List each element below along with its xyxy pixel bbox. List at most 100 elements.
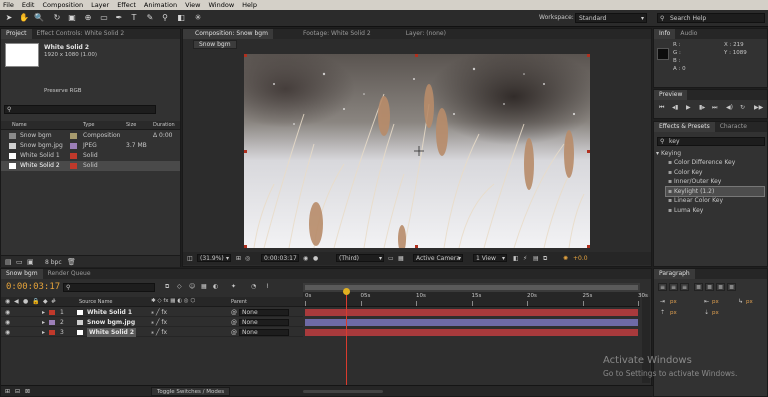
work-area-range[interactable] (305, 285, 638, 290)
clone-stamp-tool-icon[interactable]: ⚲ (160, 13, 170, 23)
project-item[interactable]: Snow bgm Composition Δ 0:00 (1, 131, 180, 141)
layer-duration-bar[interactable] (305, 319, 638, 326)
tab-info[interactable]: Info (654, 29, 676, 39)
menu-composition[interactable]: Composition (42, 1, 83, 9)
text-tool-icon[interactable]: T (129, 13, 139, 23)
exposure-icon[interactable]: ✺ (563, 255, 568, 262)
column-name[interactable]: Name (12, 122, 27, 128)
interpret-footage-icon[interactable]: ▤ (5, 258, 12, 266)
space-after-value[interactable]: px (712, 310, 719, 316)
project-item[interactable]: Snow bgm.jpg JPEG 3.7 MB (1, 141, 180, 151)
frame-blending-icon[interactable]: ▦ (201, 283, 207, 290)
align-center-icon[interactable]: ≡ (669, 283, 678, 291)
column-parent[interactable]: Parent (231, 299, 247, 305)
trash-icon[interactable]: 🗑 (67, 258, 76, 266)
pen-tool-icon[interactable]: ✒ (114, 13, 124, 23)
comp-navigator-button[interactable]: Snow bgm (193, 40, 237, 49)
effect-item[interactable]: ▪ Linear Color Key (666, 196, 764, 205)
brainstorm-icon[interactable]: ✦ (231, 283, 236, 290)
ram-preview-icon[interactable]: ▶▶ (754, 104, 763, 111)
column-duration[interactable]: Duration (153, 122, 175, 128)
menu-layer[interactable]: Layer (91, 1, 109, 9)
hand-tool-icon[interactable]: ✋ (19, 13, 29, 23)
camera-snapshot-icon[interactable]: ◉ (303, 255, 308, 262)
tab-effects-presets[interactable]: Effects & Presets (654, 122, 715, 132)
justify-all-icon[interactable]: ≣ (727, 283, 736, 291)
play-icon[interactable]: ▶ (686, 104, 691, 111)
magnification-select[interactable]: (31.9%) ▾ (197, 254, 231, 262)
timeline-current-time[interactable]: 0:00:03:17 (6, 282, 60, 292)
project-item[interactable]: White Solid 1 Solid (1, 151, 180, 161)
effect-item[interactable]: ▪ Keylight (1.2) (665, 185, 765, 197)
expand-modes-icon[interactable]: ⊟ (15, 388, 20, 395)
zoom-tool-icon[interactable]: 🔍 (34, 13, 44, 23)
align-left-icon[interactable]: ≡ (658, 283, 667, 291)
toggle-pixel-aspect-icon[interactable]: ◧ (513, 255, 519, 262)
tab-project[interactable]: Project (1, 29, 32, 39)
project-item[interactable]: White Solid 2 Solid (1, 161, 180, 171)
tab-footage[interactable]: Footage: White Solid 2 (273, 29, 376, 39)
eraser-tool-icon[interactable]: ◧ (176, 13, 186, 23)
playhead-line[interactable] (346, 289, 348, 389)
menu-effect[interactable]: Effect (117, 1, 136, 9)
menu-animation[interactable]: Animation (144, 1, 177, 9)
camera-select[interactable]: Active Camera ▾ (413, 254, 463, 262)
label-color-swatch[interactable] (70, 163, 77, 169)
menu-file[interactable]: File (3, 1, 14, 9)
comp-viewer-image[interactable] (244, 54, 590, 248)
graph-editor-icon[interactable]: ⌇ (266, 283, 269, 290)
tab-snow-bgm[interactable]: Snow bgm (1, 269, 43, 279)
transparency-grid-icon[interactable]: ▦ (398, 255, 404, 262)
effect-item[interactable]: ▪ Color Difference Key (666, 158, 764, 167)
show-channel-icon[interactable]: ● (313, 255, 318, 262)
tab-paragraph[interactable]: Paragraph (654, 269, 695, 279)
mask-visibility-icon[interactable]: ◎ (245, 255, 250, 262)
label-color-swatch[interactable] (70, 153, 77, 159)
pan-behind-tool-icon[interactable]: ⊕ (83, 13, 93, 23)
timeline-icon[interactable]: ▤ (533, 255, 539, 262)
always-preview-icon[interactable]: ◫ (187, 255, 193, 262)
expand-switches-icon[interactable]: ⊞ (5, 388, 10, 395)
tab-effect-controls[interactable]: Effect Controls: White Solid 2 (32, 29, 130, 39)
new-composition-icon[interactable]: ▣ (27, 258, 34, 266)
justify-last-center-icon[interactable]: ≣ (705, 283, 714, 291)
first-frame-icon[interactable]: ⏮ (659, 104, 664, 112)
auto-keyframe-icon[interactable]: ◔ (251, 283, 256, 290)
tab-character[interactable]: Characte (715, 122, 752, 132)
tab-render-queue[interactable]: Render Queue (43, 269, 96, 279)
search-help-input[interactable]: ⚲ Search Help (657, 13, 765, 23)
audio-icon[interactable]: ◀) (726, 104, 733, 111)
resolution-select[interactable]: (Third) ▾ (336, 254, 384, 262)
last-frame-icon[interactable]: ⏭ (712, 104, 717, 112)
layer-duration-bar[interactable] (305, 329, 638, 336)
tab-audio[interactable]: Audio (675, 29, 702, 39)
next-frame-icon[interactable]: ▮▸ (699, 104, 705, 111)
flowchart-icon[interactable]: ⧉ (543, 255, 547, 263)
brush-tool-icon[interactable]: ✎ (145, 13, 155, 23)
puppet-tool-icon[interactable]: ✳ (193, 13, 203, 23)
rotate-tool-icon[interactable]: ↻ (52, 13, 62, 23)
effect-item[interactable]: ▪ Color Key (666, 168, 764, 177)
motion-blur-icon[interactable]: ◐ (213, 283, 218, 290)
column-size[interactable]: Size (126, 122, 136, 128)
indent-right-value[interactable]: px (712, 299, 719, 305)
justify-last-right-icon[interactable]: ≣ (716, 283, 725, 291)
timeline-zoom-slider[interactable] (303, 390, 383, 393)
mask-tool-icon[interactable]: ▭ (99, 13, 109, 23)
category-keying[interactable]: ▾ Keying (656, 150, 681, 157)
first-line-indent-value[interactable]: px (746, 299, 753, 305)
indent-left-value[interactable]: px (670, 299, 677, 305)
grid-icon[interactable]: ⊞ (236, 255, 241, 262)
comp-mini-flowchart-icon[interactable]: ⧉ (165, 283, 169, 291)
justify-last-left-icon[interactable]: ≣ (694, 283, 703, 291)
effect-item[interactable]: ▪ Inner/Outer Key (666, 177, 764, 186)
menu-help[interactable]: Help (242, 1, 257, 9)
toggle-switches-modes-button[interactable]: Toggle Switches / Modes (151, 387, 231, 396)
tab-preview[interactable]: Preview (654, 90, 688, 100)
draft-3d-icon[interactable]: ◇ (177, 283, 182, 290)
label-color-swatch[interactable] (70, 143, 77, 149)
tab-composition[interactable]: Composition: Snow bgm (183, 29, 273, 39)
menu-edit[interactable]: Edit (22, 1, 35, 9)
align-right-icon[interactable]: ≡ (680, 283, 689, 291)
region-of-interest-icon[interactable]: ▭ (388, 255, 394, 262)
